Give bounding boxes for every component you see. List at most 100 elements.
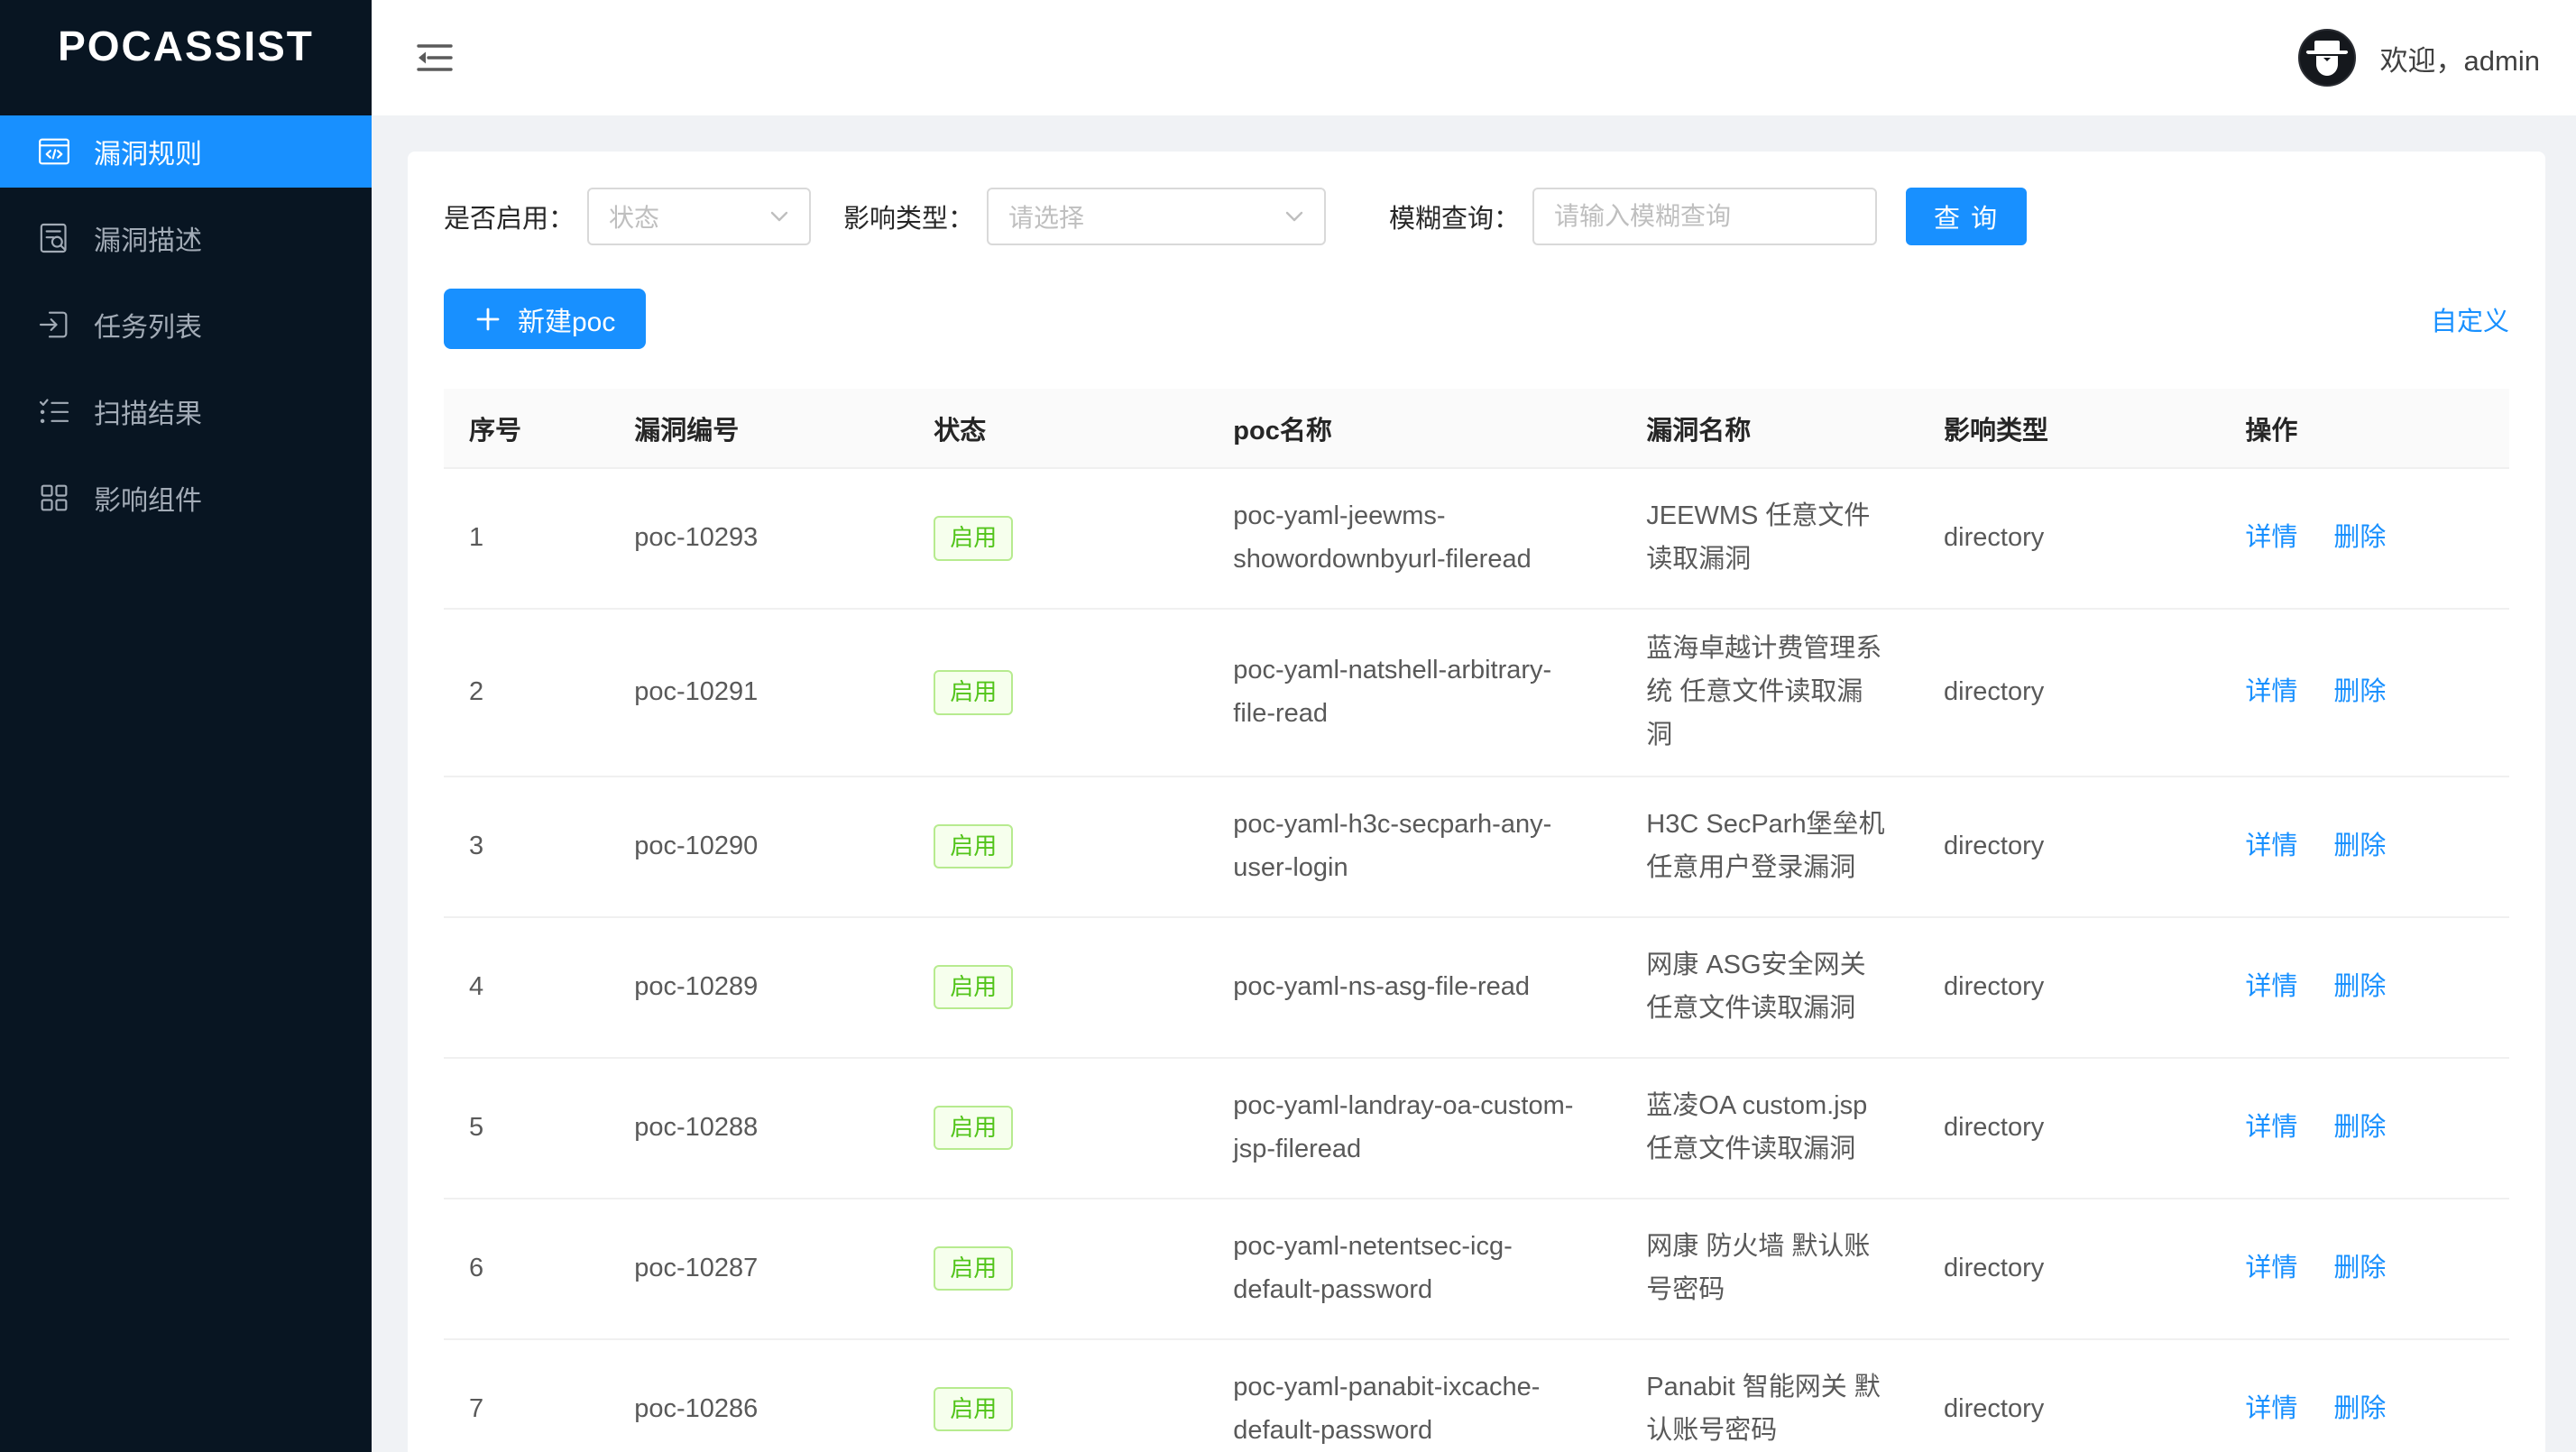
cell-affect-type: directory xyxy=(1918,1058,2220,1199)
sidebar: POCASSIST 漏洞规则 xyxy=(0,0,372,1452)
cell-vul-id: poc-10287 xyxy=(609,1199,908,1339)
table-header: 序号 漏洞编号 状态 poc名称 漏洞名称 影响类型 操作 xyxy=(444,389,2509,468)
sidebar-item-components[interactable]: 影响组件 xyxy=(0,462,372,534)
cell-affect-type: directory xyxy=(1918,1199,2220,1339)
detail-link[interactable]: 详情 xyxy=(2245,1113,2297,1142)
cell-vul-id: poc-10286 xyxy=(609,1339,908,1452)
topbar: 欢迎，admin xyxy=(372,0,2576,115)
main-area: 欢迎，admin 是否启用： 状态 影响类型： 请选择 模糊查询： 查 询 xyxy=(372,0,2576,1452)
menu-fold-icon[interactable] xyxy=(415,38,455,78)
fuzzy-search-input[interactable] xyxy=(1532,188,1877,245)
cell-vul-name: H3C SecParh堡垒机 任意用户登录漏洞 xyxy=(1621,777,1918,917)
cell-poc-name: poc-yaml-landray-oa-custom-jsp-fileread xyxy=(1208,1058,1621,1199)
cell-index: 6 xyxy=(444,1199,609,1339)
cell-poc-name: poc-yaml-jeewms-showordownbyurl-fileread xyxy=(1208,468,1621,609)
cell-vul-id: poc-10289 xyxy=(609,917,908,1058)
sidebar-item-vuln-desc[interactable]: 漏洞描述 xyxy=(0,202,372,274)
content-card: 是否启用： 状态 影响类型： 请选择 模糊查询： 查 询 xyxy=(408,152,2545,1452)
cell-affect-type: directory xyxy=(1918,609,2220,777)
detail-link[interactable]: 详情 xyxy=(2245,677,2297,706)
cell-poc-name: poc-yaml-natshell-arbitrary-file-read xyxy=(1208,609,1621,777)
cell-actions: 详情 删除 xyxy=(2220,917,2509,1058)
scan-results-icon xyxy=(36,393,72,429)
col-header-index: 序号 xyxy=(444,389,609,468)
status-badge: 启用 xyxy=(934,1106,1013,1151)
delete-link[interactable]: 删除 xyxy=(2333,1254,2386,1282)
table-row: 3 poc-10290 启用 poc-yaml-h3c-secparh-any-… xyxy=(444,777,2509,917)
detail-link[interactable]: 详情 xyxy=(2245,1254,2297,1282)
delete-link[interactable]: 删除 xyxy=(2333,523,2386,552)
table-row: 4 poc-10289 启用 poc-yaml-ns-asg-file-read… xyxy=(444,917,2509,1058)
col-header-status: 状态 xyxy=(908,389,1208,468)
delete-link[interactable]: 删除 xyxy=(2333,1394,2386,1423)
filter-row: 是否启用： 状态 影响类型： 请选择 模糊查询： 查 询 xyxy=(444,188,2509,245)
cell-vul-name: 蓝凌OA custom.jsp 任意文件读取漏洞 xyxy=(1621,1058,1918,1199)
search-button[interactable]: 查 询 xyxy=(1906,188,2027,245)
components-icon xyxy=(36,480,72,516)
new-poc-button[interactable]: 新建poc xyxy=(444,289,646,349)
status-select-placeholder: 状态 xyxy=(609,198,659,234)
detail-link[interactable]: 详情 xyxy=(2245,832,2297,860)
enabled-filter-label: 是否启用： xyxy=(444,198,575,235)
spy-avatar-icon[interactable] xyxy=(2297,28,2357,87)
toolbar-row: 新建poc 自定义 xyxy=(444,289,2509,349)
cell-index: 3 xyxy=(444,777,609,917)
task-list-icon xyxy=(36,307,72,343)
delete-link[interactable]: 删除 xyxy=(2333,972,2386,1001)
status-badge: 启用 xyxy=(934,965,1013,1010)
status-badge: 启用 xyxy=(934,516,1013,561)
sidebar-item-scan-results[interactable]: 扫描结果 xyxy=(0,375,372,447)
sidebar-item-task-list[interactable]: 任务列表 xyxy=(0,289,372,361)
app-logo: POCASSIST xyxy=(0,0,372,92)
cell-poc-name: poc-yaml-netentsec-icg-default-password xyxy=(1208,1199,1621,1339)
col-header-vul-name: 漏洞名称 xyxy=(1621,389,1918,468)
cell-vul-id: poc-10288 xyxy=(609,1058,908,1199)
delete-link[interactable]: 删除 xyxy=(2333,677,2386,706)
cell-index: 2 xyxy=(444,609,609,777)
table-row: 7 poc-10286 启用 poc-yaml-panabit-ixcache-… xyxy=(444,1339,2509,1452)
table-row: 5 poc-10288 启用 poc-yaml-landray-oa-custo… xyxy=(444,1058,2509,1199)
table-row: 1 poc-10293 启用 poc-yaml-jeewms-showordow… xyxy=(444,468,2509,609)
sidebar-item-label: 任务列表 xyxy=(94,305,202,345)
delete-link[interactable]: 删除 xyxy=(2333,1113,2386,1142)
plus-icon xyxy=(474,306,501,333)
affect-type-select[interactable]: 请选择 xyxy=(987,188,1326,245)
cell-affect-type: directory xyxy=(1918,777,2220,917)
fuzzy-filter-label: 模糊查询： xyxy=(1389,198,1520,235)
affect-type-placeholder: 请选择 xyxy=(1008,198,1084,234)
cell-actions: 详情 删除 xyxy=(2220,1058,2509,1199)
new-poc-label: 新建poc xyxy=(518,299,615,339)
cell-vul-name: JEEWMS 任意文件读取漏洞 xyxy=(1621,468,1918,609)
sidebar-item-vuln-rules[interactable]: 漏洞规则 xyxy=(0,115,372,188)
detail-link[interactable]: 详情 xyxy=(2245,972,2297,1001)
detail-link[interactable]: 详情 xyxy=(2245,523,2297,552)
delete-link[interactable]: 删除 xyxy=(2333,832,2386,860)
cell-actions: 详情 删除 xyxy=(2220,468,2509,609)
cell-vul-id: poc-10290 xyxy=(609,777,908,917)
col-header-actions: 操作 xyxy=(2220,389,2509,468)
cell-vul-id: poc-10293 xyxy=(609,468,908,609)
status-badge: 启用 xyxy=(934,1387,1013,1432)
cell-vul-name: 蓝海卓越计费管理系统 任意文件读取漏洞 xyxy=(1621,609,1918,777)
col-header-affect-type: 影响类型 xyxy=(1918,389,2220,468)
cell-actions: 详情 删除 xyxy=(2220,1199,2509,1339)
status-select[interactable]: 状态 xyxy=(587,188,811,245)
table-row: 6 poc-10287 启用 poc-yaml-netentsec-icg-de… xyxy=(444,1199,2509,1339)
sidebar-item-label: 影响组件 xyxy=(94,478,202,518)
col-header-vul-id: 漏洞编号 xyxy=(609,389,908,468)
status-badge: 启用 xyxy=(934,824,1013,869)
cell-vul-id: poc-10291 xyxy=(609,609,908,777)
col-header-poc-name: poc名称 xyxy=(1208,389,1621,468)
status-badge: 启用 xyxy=(934,670,1013,715)
detail-link[interactable]: 详情 xyxy=(2245,1394,2297,1423)
user-area: 欢迎，admin xyxy=(2297,28,2540,87)
customize-link[interactable]: 自定义 xyxy=(2431,300,2509,338)
table-row: 2 poc-10291 启用 poc-yaml-natshell-arbitra… xyxy=(444,609,2509,777)
file-search-icon xyxy=(36,220,72,256)
cell-affect-type: directory xyxy=(1918,1339,2220,1452)
cell-vul-name: Panabit 智能网关 默认账号密码 xyxy=(1621,1339,1918,1452)
cell-index: 5 xyxy=(444,1058,609,1199)
cell-affect-type: directory xyxy=(1918,917,2220,1058)
sidebar-item-label: 扫描结果 xyxy=(94,391,202,431)
content: 是否启用： 状态 影响类型： 请选择 模糊查询： 查 询 xyxy=(372,115,2576,1452)
